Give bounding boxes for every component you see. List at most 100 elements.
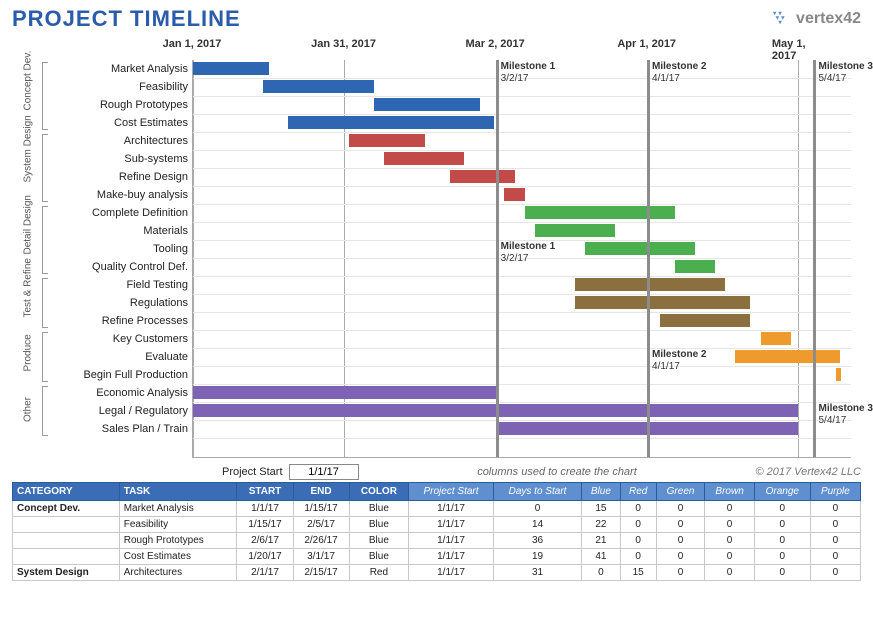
table-cell[interactable]: 22 [582, 517, 620, 533]
milestone-label: Milestone 13/2/17 [501, 61, 555, 84]
project-start-input[interactable] [289, 464, 359, 480]
table-cell[interactable]: 1/15/17 [237, 517, 293, 533]
table-cell[interactable]: 0 [620, 517, 656, 533]
table-cell[interactable]: 1/1/17 [237, 501, 293, 517]
table-cell[interactable]: Architectures [119, 565, 237, 581]
table-cell[interactable]: 0 [656, 565, 705, 581]
copyright: © 2017 Vertex42 LLC [755, 466, 861, 478]
table-cell[interactable]: 15 [582, 501, 620, 517]
table-cell[interactable]: 0 [705, 517, 754, 533]
page-title: PROJECT TIMELINE [12, 6, 241, 32]
table-cell[interactable]: 0 [705, 533, 754, 549]
table-cell[interactable] [13, 533, 120, 549]
table-cell[interactable]: Concept Dev. [13, 501, 120, 517]
table-cell[interactable]: 0 [705, 565, 754, 581]
table-cell[interactable]: 0 [754, 501, 810, 517]
table-cell[interactable]: 2/26/17 [293, 533, 349, 549]
table-cell[interactable]: 0 [705, 501, 754, 517]
table-cell[interactable]: 0 [810, 549, 860, 565]
table-cell[interactable]: 3/1/17 [293, 549, 349, 565]
table-cell[interactable]: 2/15/17 [293, 565, 349, 581]
milestone-label: Milestone 35/4/17 [818, 403, 872, 426]
table-cell[interactable]: 1/1/17 [409, 565, 494, 581]
task-label: Architectures [48, 132, 188, 150]
table-cell[interactable]: 0 [810, 533, 860, 549]
x-axis-tick-label: Mar 2, 2017 [465, 38, 524, 50]
table-cell[interactable]: 14 [493, 517, 581, 533]
table-cell[interactable]: 2/6/17 [237, 533, 293, 549]
task-label: Market Analysis [48, 60, 188, 78]
table-header-calc: Project Start [409, 483, 494, 501]
table-cell[interactable]: 1/1/17 [409, 517, 494, 533]
table-cell[interactable]: Blue [349, 533, 409, 549]
task-label: Regulations [48, 294, 188, 312]
table-cell[interactable]: Blue [349, 517, 409, 533]
task-label: Feasibility [48, 78, 188, 96]
table-cell[interactable] [13, 549, 120, 565]
table-cell[interactable]: 21 [582, 533, 620, 549]
table-cell[interactable]: Red [349, 565, 409, 581]
table-cell[interactable]: 0 [620, 549, 656, 565]
table-cell[interactable]: 0 [810, 565, 860, 581]
milestone-line [647, 60, 650, 457]
table-cell[interactable]: 0 [656, 533, 705, 549]
table-cell[interactable]: 0 [705, 549, 754, 565]
table-cell[interactable]: 1/1/17 [409, 549, 494, 565]
gantt-bar [675, 260, 715, 273]
table-cell[interactable]: 0 [810, 517, 860, 533]
gantt-bar [193, 386, 496, 399]
table-cell[interactable] [13, 517, 120, 533]
task-label: Tooling [48, 240, 188, 258]
table-cell[interactable]: 0 [754, 565, 810, 581]
task-label: Complete Definition [48, 204, 188, 222]
task-label: Sub-systems [48, 150, 188, 168]
table-cell[interactable]: 0 [620, 501, 656, 517]
table-cell[interactable]: 0 [656, 549, 705, 565]
table-cell[interactable]: 0 [656, 501, 705, 517]
table-header-calc: Red [620, 483, 656, 501]
table-cell[interactable]: 0 [493, 501, 581, 517]
group-label: Detail Design [12, 233, 44, 244]
table-cell[interactable]: 1/20/17 [237, 549, 293, 565]
table-cell[interactable]: 15 [620, 565, 656, 581]
table-header-calc: Blue [582, 483, 620, 501]
table-cell[interactable]: 0 [620, 533, 656, 549]
gantt-bar [535, 224, 615, 237]
task-label: Sales Plan / Train [48, 420, 188, 438]
task-label: Key Customers [48, 330, 188, 348]
table-cell[interactable]: 1/1/17 [409, 501, 494, 517]
table-cell[interactable]: 36 [493, 533, 581, 549]
table-cell[interactable]: Feasibility [119, 517, 237, 533]
gantt-bar [836, 368, 841, 381]
table-header-calc: Orange [754, 483, 810, 501]
gantt-bar [349, 134, 425, 147]
table-cell[interactable]: 0 [810, 501, 860, 517]
table-cell[interactable]: 31 [493, 565, 581, 581]
table-cell[interactable]: 2/5/17 [293, 517, 349, 533]
table-cell[interactable]: Rough Prototypes [119, 533, 237, 549]
table-cell[interactable]: 0 [754, 549, 810, 565]
table-cell[interactable]: 1/15/17 [293, 501, 349, 517]
gantt-bar [585, 242, 696, 255]
gantt-bar [575, 296, 751, 309]
table-cell[interactable]: System Design [13, 565, 120, 581]
milestone-label: Milestone 35/4/17 [818, 61, 872, 84]
table-cell[interactable]: Blue [349, 501, 409, 517]
group-label: Concept Dev. [12, 89, 44, 100]
task-label: Rough Prototypes [48, 96, 188, 114]
table-cell[interactable]: 0 [656, 517, 705, 533]
table-cell[interactable]: 0 [754, 533, 810, 549]
table-cell[interactable]: 2/1/17 [237, 565, 293, 581]
table-cell[interactable]: 0 [754, 517, 810, 533]
table-cell[interactable]: 1/1/17 [409, 533, 494, 549]
table-cell[interactable]: Market Analysis [119, 501, 237, 517]
table-cell[interactable]: Blue [349, 549, 409, 565]
table-cell[interactable]: 41 [582, 549, 620, 565]
x-axis-tick-label: May 1, 2017 [772, 38, 825, 62]
table-header: START [237, 483, 293, 501]
table-cell[interactable]: 19 [493, 549, 581, 565]
table-header: CATEGORY [13, 483, 120, 501]
gantt-bar [761, 332, 791, 345]
table-cell[interactable]: 0 [582, 565, 620, 581]
table-cell[interactable]: Cost Estimates [119, 549, 237, 565]
